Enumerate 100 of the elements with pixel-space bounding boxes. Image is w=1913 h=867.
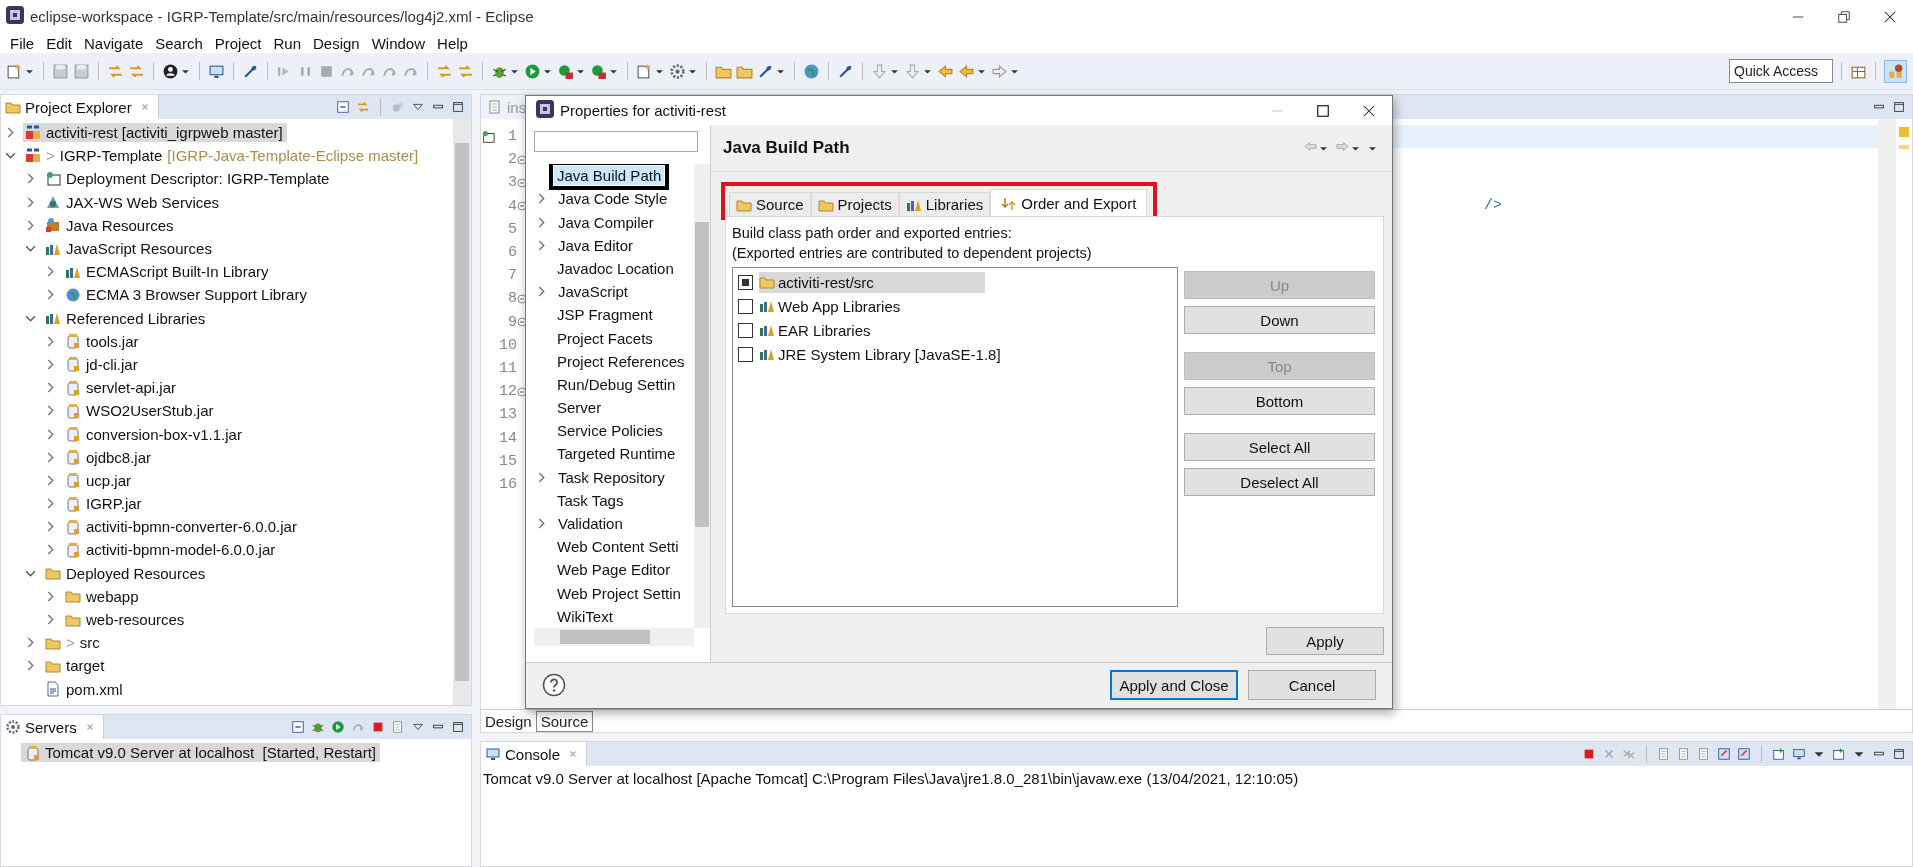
tab[interactable]: Source <box>729 192 811 217</box>
document-icon[interactable] <box>391 720 405 734</box>
tree-item[interactable]: activiti-bpmn-model-6.0.0.jar <box>63 540 280 560</box>
chevron-right-icon[interactable] <box>45 590 56 602</box>
filter-field[interactable] <box>534 131 698 153</box>
button[interactable]: Deselect All <box>1184 468 1375 497</box>
button[interactable]: Down <box>1184 306 1375 335</box>
chevron-right-icon[interactable] <box>45 382 56 394</box>
tree-item[interactable]: JavaScript Resources <box>43 239 216 259</box>
play-icon[interactable] <box>331 720 345 734</box>
chevron-right-icon[interactable] <box>45 451 56 463</box>
stop-icon[interactable] <box>1582 747 1596 761</box>
chevron-right-icon[interactable] <box>45 428 56 440</box>
nav-item[interactable]: Targeted Runtime <box>554 444 679 464</box>
tree-item[interactable]: servlet-api.jar <box>63 378 181 398</box>
chevron-right-icon[interactable] <box>536 471 547 483</box>
stop-icon[interactable] <box>371 720 385 734</box>
nav-item[interactable]: Web Page Editor <box>554 560 674 580</box>
chevron-right-icon[interactable] <box>536 239 547 251</box>
new-window-icon[interactable] <box>1832 747 1846 761</box>
tree-item[interactable]: activiti-bpmn-converter-6.0.0.jar <box>63 517 301 537</box>
quick-access-field[interactable]: Quick Access <box>1729 59 1833 83</box>
fold-icon[interactable] <box>517 386 527 397</box>
gear-icon[interactable] <box>669 62 686 80</box>
chevron-down-icon[interactable] <box>5 150 16 162</box>
tree-item[interactable]: WSO2UserStub.jar <box>63 401 218 421</box>
tree-item[interactable]: IGRP.jar <box>63 494 146 514</box>
tree-item[interactable]: ECMA 3 Browser Support Library <box>63 285 311 305</box>
button[interactable]: Cancel <box>1248 670 1376 701</box>
restore-icon[interactable] <box>1837 9 1851 24</box>
close-icon[interactable] <box>1883 9 1897 24</box>
maximize-icon[interactable] <box>1892 747 1906 761</box>
document-icon[interactable] <box>1697 747 1711 761</box>
nav-item[interactable]: Service Policies <box>554 421 666 441</box>
tree-item[interactable]: activiti-rest [activiti_igrpweb master] <box>23 123 287 143</box>
nav-item[interactable]: Task Repository <box>555 467 668 487</box>
scrollbar[interactable] <box>453 119 471 705</box>
editor-mode-tab[interactable]: Design <box>481 711 536 731</box>
chevron-right-icon[interactable] <box>45 358 56 370</box>
chevron-right-icon[interactable] <box>25 660 36 672</box>
nav-item[interactable]: Java Editor <box>555 235 637 255</box>
run-icon[interactable] <box>590 62 607 80</box>
chevron-right-icon[interactable] <box>45 498 56 510</box>
tab[interactable]: Projects <box>810 192 899 217</box>
menu-item[interactable]: Edit <box>40 34 79 52</box>
tree-item[interactable]: conversion-box-v1.1.jar <box>63 424 246 444</box>
chevron-right-icon[interactable] <box>25 196 36 208</box>
new-window-icon[interactable] <box>1772 747 1786 761</box>
tree-item[interactable]: pom.xml <box>43 679 127 699</box>
maximize-icon[interactable] <box>1892 100 1906 114</box>
tree-item[interactable]: target <box>43 656 109 676</box>
menu-item[interactable]: Window <box>365 34 432 52</box>
nav-item[interactable]: Java Code Style <box>555 189 671 209</box>
collapse-all-icon[interactable] <box>336 100 350 114</box>
chevron-right-icon[interactable] <box>5 127 16 139</box>
scrollbar[interactable] <box>534 627 694 646</box>
chevron-right-icon[interactable] <box>45 544 56 556</box>
tree-item[interactable]: > IGRP-Template [IGRP-Java-Template-Eclipse master] <box>23 146 423 166</box>
editor-mode-tab[interactable]: Source <box>535 710 594 732</box>
tree-item[interactable]: ojdbc8.jar <box>63 447 156 467</box>
play-icon[interactable] <box>524 62 541 80</box>
fold-icon[interactable] <box>517 154 527 165</box>
tree-item[interactable]: tools.jar <box>63 331 143 351</box>
nav-item[interactable]: Project References <box>554 351 688 371</box>
menu-item[interactable]: Search <box>149 34 209 52</box>
apply-button[interactable]: Apply <box>1266 627 1384 656</box>
chevron-right-icon[interactable] <box>25 219 36 231</box>
maximize-icon[interactable] <box>1316 103 1330 118</box>
view-tab[interactable]: Servers <box>1 715 104 739</box>
chevron-right-icon[interactable] <box>45 614 56 626</box>
document-icon[interactable] <box>1677 747 1691 761</box>
entry-item[interactable]: activiti-rest/src <box>759 271 985 293</box>
tree-item[interactable]: Deployed Resources <box>43 563 210 583</box>
new-file-icon[interactable] <box>636 62 653 80</box>
run-icon[interactable] <box>557 62 574 80</box>
chevron-right-icon[interactable] <box>45 474 56 486</box>
tab[interactable]: Libraries <box>898 192 991 217</box>
chevron-right-icon[interactable] <box>536 216 547 228</box>
menu-item[interactable]: Navigate <box>78 34 150 52</box>
button[interactable]: Select All <box>1184 433 1375 462</box>
view-tab[interactable]: Console <box>481 742 588 766</box>
chevron-down-icon[interactable] <box>25 243 36 255</box>
collapse-all-icon[interactable] <box>291 720 305 734</box>
nav-item[interactable]: Server <box>554 398 605 418</box>
fold-icon[interactable] <box>517 177 527 188</box>
nav-item[interactable]: Task Tags <box>554 490 627 510</box>
scrollbar[interactable] <box>694 164 710 628</box>
tree-item[interactable]: Java Resources <box>43 215 178 235</box>
chevron-right-icon[interactable] <box>536 518 547 530</box>
menu-item[interactable]: Design <box>307 34 366 52</box>
nav-item[interactable]: Web Content Setti <box>554 537 682 557</box>
maximize-icon[interactable] <box>451 100 465 114</box>
chevron-right-icon[interactable] <box>45 521 56 533</box>
entry-item[interactable]: Web App Libraries <box>759 295 905 317</box>
tree-item[interactable]: ucp.jar <box>63 470 136 490</box>
menu-item[interactable]: Project <box>208 34 268 52</box>
chevron-right-icon[interactable] <box>45 289 56 301</box>
checkbox[interactable] <box>738 322 753 338</box>
checkbox[interactable] <box>738 274 753 290</box>
fold-icon[interactable] <box>517 293 527 304</box>
